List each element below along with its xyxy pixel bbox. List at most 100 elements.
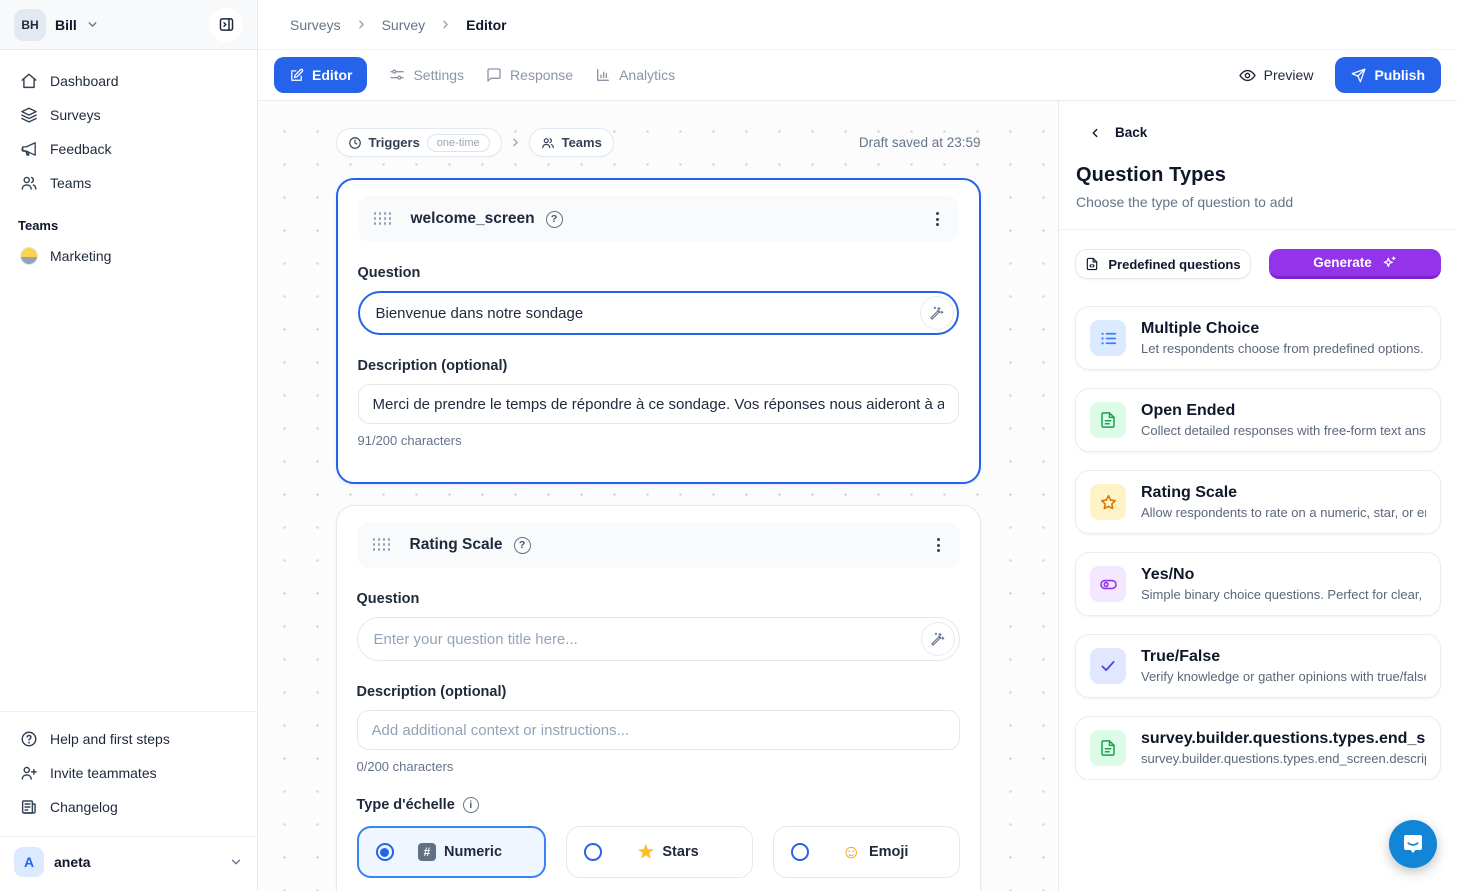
breadcrumb-editor: Editor	[466, 17, 506, 33]
survey-canvas: Triggers one-time Teams Draft saved at 2…	[258, 101, 1058, 891]
ai-improve-button[interactable]	[920, 296, 954, 330]
drag-handle-icon[interactable]	[374, 212, 393, 226]
sidebar-item-team-marketing[interactable]: Marketing	[10, 239, 247, 273]
chevron-right-icon	[355, 18, 368, 31]
panel-subtitle: Choose the type of question to add	[1059, 187, 1457, 210]
draft-status: Draft saved at 23:59	[859, 135, 981, 150]
publish-button[interactable]: Publish	[1335, 57, 1441, 93]
chevron-down-icon	[229, 855, 243, 869]
megaphone-icon	[20, 140, 38, 158]
type-name: Yes/No	[1141, 566, 1426, 584]
teams-pill[interactable]: Teams	[529, 128, 614, 157]
sidebar-footer: Help and first steps Invite teammates Ch…	[0, 711, 257, 830]
sidebar-item-changelog[interactable]: Changelog	[10, 790, 247, 824]
description-input[interactable]	[358, 384, 959, 424]
question-label: Question	[357, 591, 960, 607]
chart-icon	[595, 67, 611, 83]
type-name: True/False	[1141, 648, 1426, 666]
kebab-menu-icon[interactable]	[932, 208, 943, 230]
sidebar-item-surveys[interactable]: Surveys	[10, 98, 247, 132]
breadcrumb-surveys[interactable]: Surveys	[290, 17, 341, 33]
kebab-menu-icon[interactable]	[933, 534, 944, 556]
breadcrumb-survey[interactable]: Survey	[382, 17, 426, 33]
tab-editor[interactable]: Editor	[274, 57, 367, 93]
card-header: Rating Scale ?	[357, 522, 960, 568]
back-label: Back	[1115, 125, 1147, 140]
sidebar-item-label: Teams	[50, 175, 91, 191]
question-card-welcome-screen[interactable]: welcome_screen ? Question Description (o…	[336, 178, 981, 484]
file-text-icon	[1090, 730, 1126, 766]
sidebar-item-feedback[interactable]: Feedback	[10, 132, 247, 166]
type-name: Open Ended	[1141, 402, 1426, 420]
tab-label: Analytics	[619, 67, 675, 83]
generate-button[interactable]: Generate	[1269, 249, 1441, 279]
chat-bubble-icon	[1401, 832, 1425, 856]
tab-settings[interactable]: Settings	[389, 67, 464, 83]
description-input[interactable]	[357, 710, 960, 750]
scale-option-stars[interactable]: ★ Stars	[566, 826, 753, 878]
type-card-rating-scale[interactable]: Rating Scale Allow respondents to rate o…	[1075, 470, 1441, 534]
sidebar-item-help[interactable]: Help and first steps	[10, 722, 247, 756]
sidebar-item-teams[interactable]: Teams	[10, 166, 247, 200]
predefined-label: Predefined questions	[1108, 257, 1240, 272]
technologist-emoji	[20, 247, 38, 265]
account-menu[interactable]: A aneta	[0, 836, 257, 891]
chevron-down-icon	[86, 18, 99, 31]
type-card-yes-no[interactable]: Yes/No Simple binary choice questions. P…	[1075, 552, 1441, 616]
sidebar-item-dashboard[interactable]: Dashboard	[10, 64, 247, 98]
scale-option-numeric[interactable]: # Numeric	[357, 826, 546, 878]
tab-analytics[interactable]: Analytics	[595, 67, 675, 83]
type-name: survey.builder.questions.types.end_scr..…	[1141, 730, 1426, 748]
triggers-label: Triggers	[369, 135, 420, 150]
type-description: Simple binary choice questions. Perfect …	[1141, 587, 1426, 602]
tab-label: Settings	[413, 67, 464, 83]
char-counter: 91/200 characters	[358, 433, 959, 448]
chevron-left-icon	[1088, 126, 1102, 140]
card-header: welcome_screen ?	[358, 196, 959, 242]
numeric-keycap-emoji: #	[418, 843, 436, 861]
sidebar: BH Bill Dashboard Surveys Feedback Teams	[0, 0, 258, 891]
type-card-true-false[interactable]: True/False Verify knowledge or gather op…	[1075, 634, 1441, 698]
check-icon	[1090, 648, 1126, 684]
char-counter: 0/200 characters	[357, 759, 960, 774]
help-icon[interactable]: ?	[546, 211, 563, 228]
info-icon[interactable]: i	[463, 797, 479, 813]
question-label: Question	[358, 265, 959, 281]
type-description: Let respondents choose from predefined o…	[1141, 341, 1426, 356]
type-card-open-ended[interactable]: Open Ended Collect detailed responses wi…	[1075, 388, 1441, 452]
magic-wand-icon	[929, 306, 944, 321]
layers-icon	[20, 106, 38, 124]
star-emoji: ★	[637, 843, 654, 862]
teams-label: Teams	[562, 135, 602, 150]
question-types-panel: Back Question Types Choose the type of q…	[1058, 101, 1457, 891]
description-label: Description (optional)	[358, 358, 959, 374]
users-icon	[541, 136, 555, 150]
smiley-emoji: ☺	[842, 843, 861, 862]
question-title-input[interactable]	[357, 617, 960, 661]
question-title-input[interactable]	[358, 291, 959, 335]
help-icon[interactable]: ?	[514, 537, 531, 554]
workspace-switcher[interactable]: BH Bill	[0, 0, 257, 50]
collapse-sidebar-button[interactable]	[209, 8, 243, 42]
type-card-multiple-choice[interactable]: Multiple Choice Let respondents choose f…	[1075, 306, 1441, 370]
chat-launcher-button[interactable]	[1389, 820, 1437, 868]
account-avatar: A	[14, 847, 44, 877]
option-label: Emoji	[869, 844, 908, 860]
predefined-questions-button[interactable]: Predefined questions	[1075, 249, 1251, 279]
ai-improve-button[interactable]	[921, 622, 955, 656]
triggers-pill[interactable]: Triggers one-time	[336, 128, 502, 157]
tab-response[interactable]: Response	[486, 67, 573, 83]
preview-button[interactable]: Preview	[1239, 67, 1314, 84]
scale-option-emoji[interactable]: ☺ Emoji	[773, 826, 960, 878]
drag-handle-icon[interactable]	[373, 538, 392, 552]
sidebar-nav: Dashboard Surveys Feedback Teams	[0, 50, 257, 200]
option-label: Numeric	[444, 844, 502, 860]
publish-label: Publish	[1374, 67, 1425, 83]
file-code-icon	[1085, 257, 1099, 271]
back-button[interactable]: Back	[1059, 101, 1457, 140]
sidebar-item-label: Dashboard	[50, 73, 119, 89]
magic-wand-icon	[930, 632, 945, 647]
type-card-end-screen[interactable]: survey.builder.questions.types.end_scr..…	[1075, 716, 1441, 780]
question-card-rating-scale[interactable]: Rating Scale ? Question Description (opt…	[336, 505, 981, 891]
sidebar-item-invite[interactable]: Invite teammates	[10, 756, 247, 790]
